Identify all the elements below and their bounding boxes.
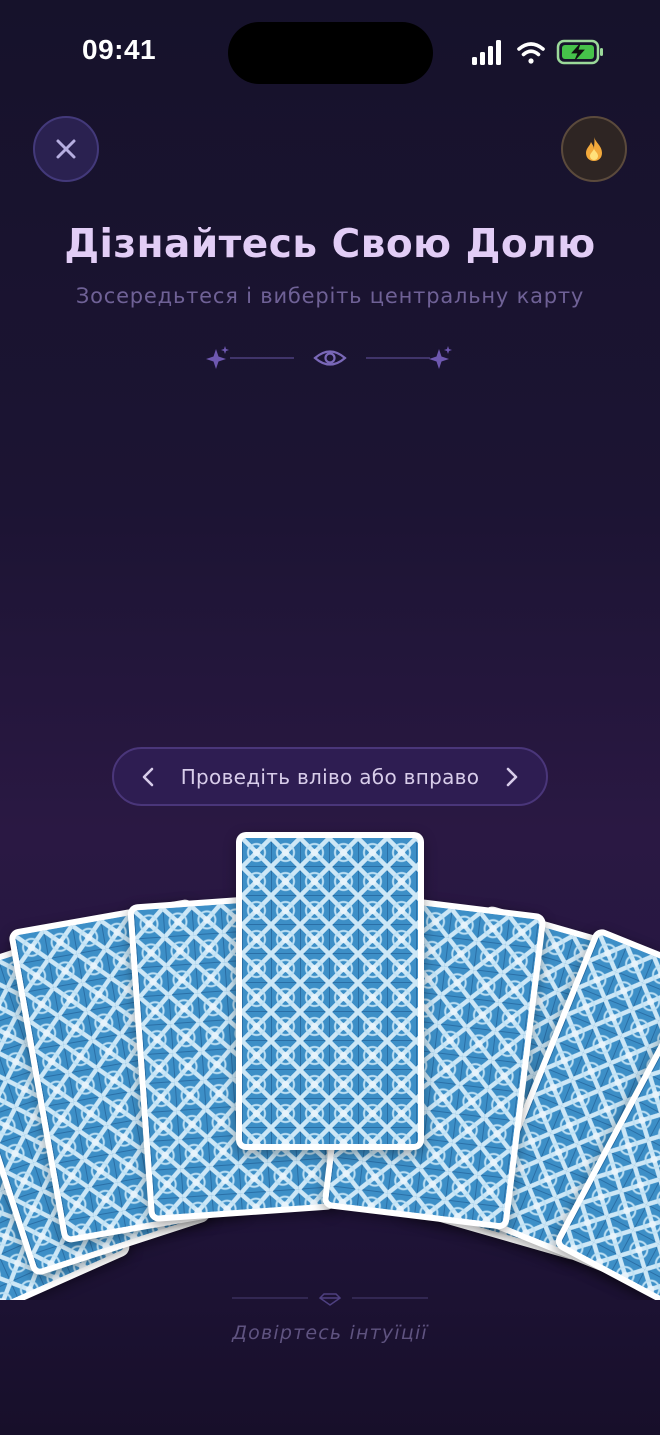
- page-title: Дізнайтесь Свою Долю: [64, 222, 596, 267]
- battery-charging-icon: [556, 39, 603, 65]
- swipe-left-button[interactable]: [136, 765, 160, 789]
- streak-button[interactable]: [561, 116, 627, 182]
- flame-icon: [586, 137, 602, 161]
- dynamic-island: [228, 22, 433, 84]
- sparkle-icon: [206, 346, 229, 369]
- chevron-right-icon: [506, 767, 518, 786]
- gem-icon: [318, 1293, 342, 1306]
- close-icon: [56, 139, 76, 159]
- footer-text: Довіртесь інтуїції: [232, 1322, 428, 1344]
- swipe-hint: Проведіть вліво або вправо: [112, 747, 548, 806]
- status-time: 09:41: [82, 34, 157, 65]
- close-button[interactable]: [33, 116, 99, 182]
- swipe-hint-label: Проведіть вліво або вправо: [180, 764, 480, 789]
- card-fan[interactable]: [0, 800, 660, 1300]
- eye-icon: [313, 350, 347, 366]
- footer-divider: [232, 1293, 428, 1306]
- chevron-left-icon: [142, 767, 154, 786]
- page-subtitle: Зосередьтеся і виберіть центральну карту: [75, 284, 585, 308]
- ornament-divider: [206, 346, 452, 369]
- wifi-icon: [517, 42, 545, 64]
- swipe-right-button[interactable]: [500, 765, 524, 789]
- status-icons: [472, 39, 603, 65]
- signal-icon: [472, 40, 501, 65]
- sparkle-icon: [429, 346, 452, 369]
- tarot-card-selected[interactable]: [236, 832, 424, 1150]
